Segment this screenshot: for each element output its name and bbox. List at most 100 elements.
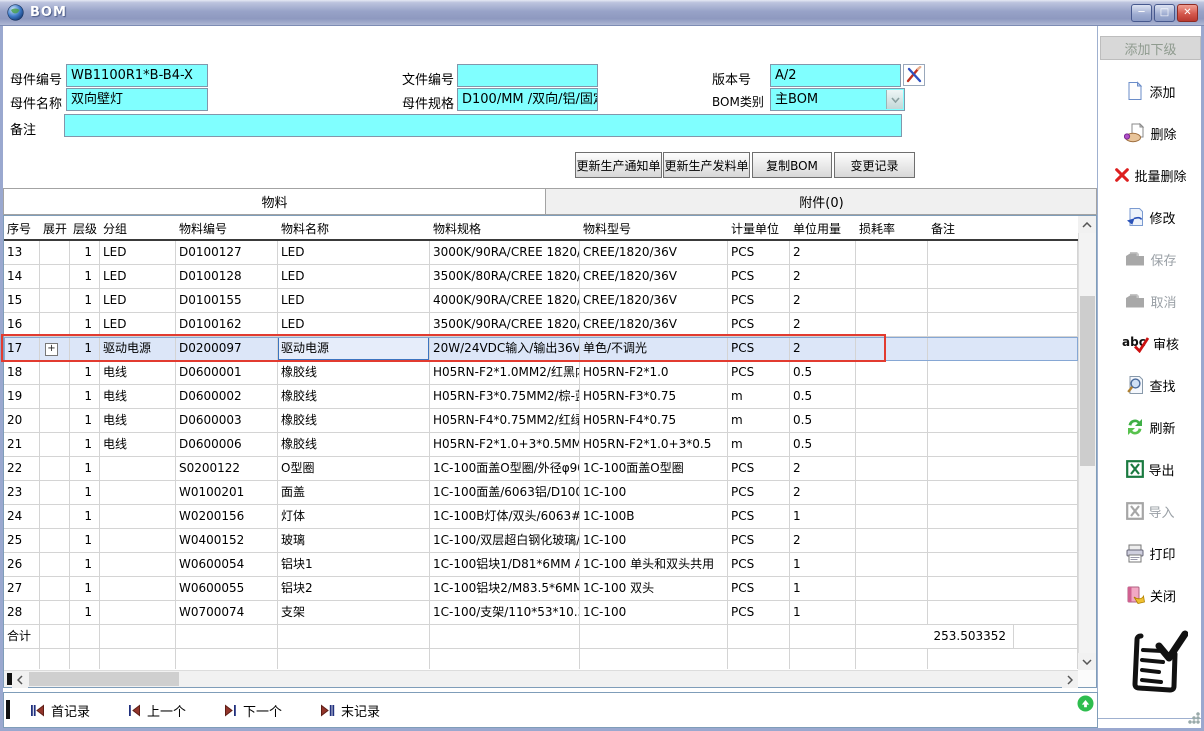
remark-input[interactable] xyxy=(64,114,902,137)
table-row[interactable]: 281W0700074支架1C-100/支架/110*53*10.31C-100… xyxy=(4,601,1078,625)
resize-grip[interactable] xyxy=(1188,712,1200,724)
parent-code-input[interactable]: WB1100R1*B-B4-X xyxy=(66,64,208,87)
parent-code-label: 母件编号 xyxy=(10,69,62,88)
maximize-icon: □ xyxy=(1160,7,1169,18)
table-row[interactable]: 231W0100201面盖1C-100面盖/6063铝/D100*1C-100P… xyxy=(4,481,1078,505)
cell-qty: 2 xyxy=(790,481,856,505)
cell-group: 电线 xyxy=(100,433,176,457)
scroll-up-icon[interactable] xyxy=(1078,216,1096,233)
sidebar-divider xyxy=(1097,26,1098,718)
sidebar-button-e585b3e997ad[interactable]: 关闭 xyxy=(1100,580,1201,610)
cell-code: D0600001 xyxy=(176,361,278,385)
maximize-button[interactable]: □ xyxy=(1154,4,1175,22)
tab-attachments[interactable]: 附件(0) xyxy=(547,189,1096,214)
column-header-unit[interactable]: 计量单位 xyxy=(728,216,790,239)
sidebar-button-label: 打印 xyxy=(1149,544,1175,563)
column-header-loss[interactable]: 损耗率 xyxy=(856,216,928,239)
last-record-button[interactable]: 末记录 xyxy=(320,701,380,720)
column-header-group[interactable]: 分组 xyxy=(100,216,176,239)
horizontal-scroll-thumb[interactable] xyxy=(29,672,179,686)
sidebar-button-e588b7e696b0[interactable]: 刷新 xyxy=(1100,412,1201,442)
cell-no: 15 xyxy=(4,289,40,313)
table-row[interactable]: 191电线D0600002橡胶线H05RN-F3*0.75MM2/棕-蓝-H05… xyxy=(4,385,1078,409)
previous-record-button[interactable]: 上一个 xyxy=(128,701,186,720)
sidebar-button-e5afbce587ba[interactable]: 导出 xyxy=(1100,454,1201,484)
cell-note xyxy=(928,433,1078,457)
table-row[interactable]: 251W0400152玻璃1C-100/双层超白钢化玻璃/1C-100PCS2 xyxy=(4,529,1078,553)
expand-toggle[interactable]: + xyxy=(45,343,58,356)
cell-loss xyxy=(856,241,928,265)
table-row[interactable]: 161LEDD0100162LED3500K/90RA/CREE 1820/3C… xyxy=(4,313,1078,337)
scroll-right-icon[interactable] xyxy=(1062,671,1078,688)
vertical-scrollbar[interactable] xyxy=(1078,216,1096,670)
sidebar-bottom-border xyxy=(1097,718,1201,719)
cell-loss xyxy=(856,505,928,529)
cell-level: 1 xyxy=(70,433,100,457)
column-header-name[interactable]: 物料名称 xyxy=(278,216,430,239)
table-row[interactable]: 181电线D0600001橡胶线H05RN-F2*1.0MM2/红黑内H05RN… xyxy=(4,361,1078,385)
table-row[interactable]: 271W0600055铝块21C-100铝块2/M83.5*6MM A1C-10… xyxy=(4,577,1078,601)
update-production-issue-button[interactable]: 更新生产发料单 xyxy=(663,152,750,178)
column-header-expand[interactable]: 展开 xyxy=(40,216,70,239)
cell-spec: 1C-100B灯体/双头/6063#铝 xyxy=(430,505,580,529)
excel-import-icon xyxy=(1126,502,1144,520)
table-row[interactable]: 201电线D0600003橡胶线H05RN-F4*0.75MM2/红绿蓝H05R… xyxy=(4,409,1078,433)
minimize-button[interactable]: ─ xyxy=(1131,4,1152,22)
next-record-button[interactable]: 下一个 xyxy=(224,701,282,720)
bom-type-label: BOM类别 xyxy=(712,93,764,110)
version-input[interactable]: A/2 xyxy=(770,64,901,87)
table-row[interactable]: 151LEDD0100155LED4000K/90RA/CREE 1820/3C… xyxy=(4,289,1078,313)
column-header-note[interactable]: 备注 xyxy=(928,216,1078,239)
table-row[interactable]: 261W0600054铝块11C-100铝块1/D81*6MM AL1C-100… xyxy=(4,553,1078,577)
cell-qty: 0.5 xyxy=(790,433,856,457)
column-header-level[interactable]: 层级 xyxy=(70,216,100,239)
parent-name-input[interactable]: 双向壁灯 xyxy=(66,88,208,111)
sidebar-button-e6b7bbe58aa0[interactable]: 添加 xyxy=(1100,76,1201,106)
change-record-button[interactable]: 变更记录 xyxy=(834,152,915,178)
tab-materials[interactable]: 物料 xyxy=(4,189,546,214)
scroll-down-icon[interactable] xyxy=(1078,653,1096,670)
cell-level: 1 xyxy=(70,553,100,577)
cell-loss xyxy=(856,265,928,289)
table-row[interactable]: 141LEDD0100128LED3500K/80RA/CREE 1820/3C… xyxy=(4,265,1078,289)
horizontal-scrollbar[interactable] xyxy=(4,670,1078,687)
table-row[interactable]: 221S0200122O型圈1C-100面盖O型圈/外径φ901C-100面盖O… xyxy=(4,457,1078,481)
bom-type-select[interactable]: 主BOM xyxy=(770,88,905,111)
file-code-input[interactable] xyxy=(457,64,598,87)
cell-qty: 1 xyxy=(790,553,856,577)
status-green-icon xyxy=(1077,695,1094,716)
update-production-notice-button[interactable]: 更新生产通知单 xyxy=(575,152,662,178)
scroll-left-icon[interactable] xyxy=(12,671,28,688)
cell-spec: H05RN-F4*0.75MM2/红绿蓝 xyxy=(430,409,580,433)
cell-name: 铝块2 xyxy=(278,577,430,601)
cell-level: 1 xyxy=(70,361,100,385)
next-record-icon xyxy=(224,704,237,717)
sidebar-button-e588a0e999a4[interactable]: 删除 xyxy=(1100,118,1201,148)
first-record-button[interactable]: 首记录 xyxy=(30,701,90,720)
column-header-qty[interactable]: 单位用量 xyxy=(790,216,856,239)
table-row[interactable]: 17+1驱动电源D0200097驱动电源20W/24VDC输入/输出36V 5单… xyxy=(4,337,1078,361)
column-header-model[interactable]: 物料型号 xyxy=(580,216,728,239)
copy-bom-button[interactable]: 复制BOM xyxy=(752,152,832,178)
caret-marker xyxy=(6,700,10,719)
sidebar-button-e68993e58db0[interactable]: 打印 xyxy=(1100,538,1201,568)
chevron-down-icon[interactable] xyxy=(886,90,903,109)
vertical-scroll-thumb[interactable] xyxy=(1080,296,1095,466)
parent-spec-input[interactable]: D100/MM /双向/铝/固定板 xyxy=(457,88,598,111)
column-header-spec[interactable]: 物料规格 xyxy=(430,216,580,239)
sidebar-button-e69fa5e689be[interactable]: 查找 xyxy=(1100,370,1201,400)
cell-code xyxy=(176,625,278,649)
cell-qty: 1 xyxy=(790,601,856,625)
sidebar-button-e5aea1e6a0b8[interactable]: abc审核 xyxy=(1100,328,1201,358)
table-row[interactable]: 241W0200156灯体1C-100B灯体/双头/6063#铝1C-100BP… xyxy=(4,505,1078,529)
sidebar-button-e4bfaee694b9[interactable]: 修改 xyxy=(1100,202,1201,232)
table-row[interactable]: 211电线D0600006橡胶线H05RN-F2*1.0+3*0.5MM2/H0… xyxy=(4,433,1078,457)
table-row[interactable]: 131LEDD0100127LED3000K/90RA/CREE 1820/3C… xyxy=(4,241,1078,265)
column-header-code[interactable]: 物料编号 xyxy=(176,216,278,239)
add-child-button[interactable]: 添加下级 xyxy=(1100,36,1201,60)
save-folder-icon xyxy=(1124,250,1146,268)
sidebar-button-e689b9e9878fe588a0e999a4[interactable]: 批量删除 xyxy=(1100,160,1201,190)
column-header-no[interactable]: 序号 xyxy=(4,216,40,239)
version-edit-button[interactable] xyxy=(903,64,925,86)
close-button[interactable]: ✕ xyxy=(1177,4,1198,22)
